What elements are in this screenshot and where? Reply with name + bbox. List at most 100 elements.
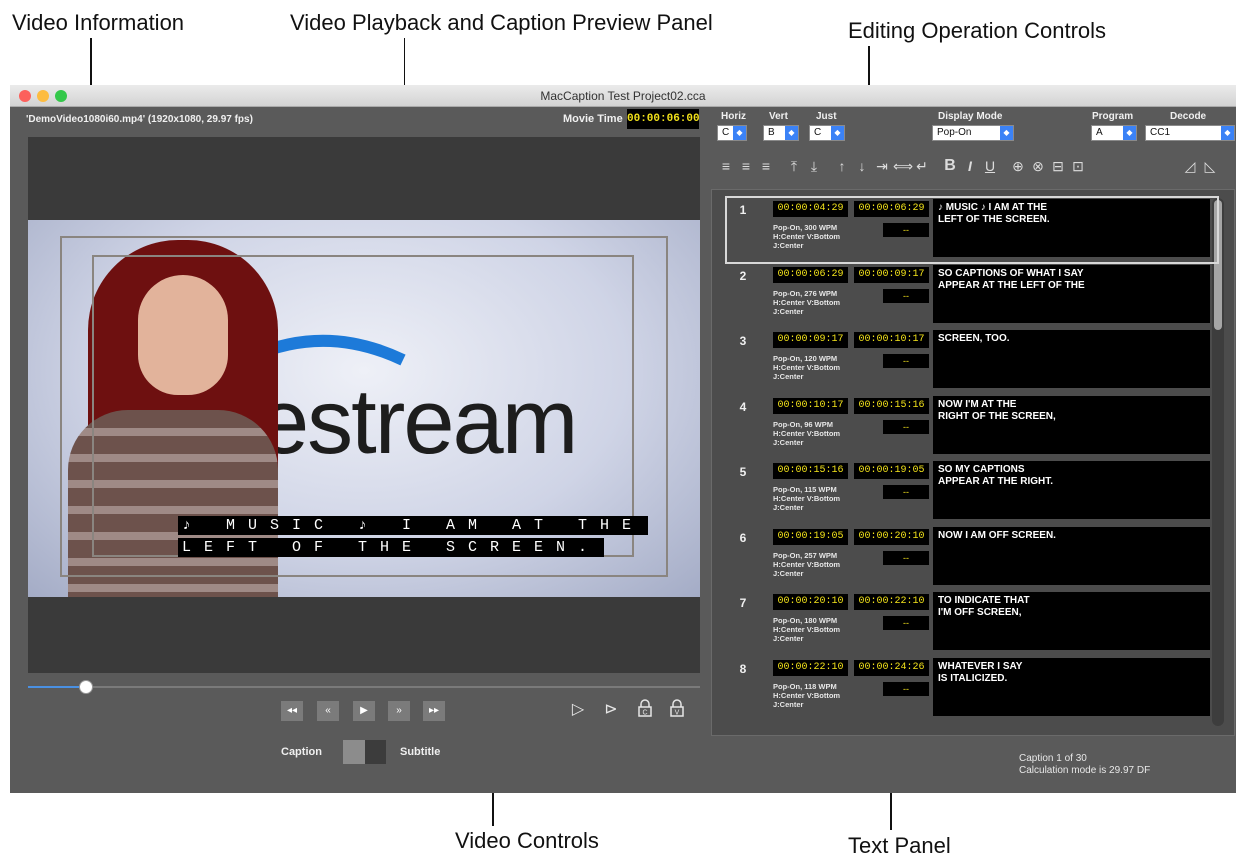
expand-icon[interactable]: ⟺: [893, 157, 913, 175]
caption-entry[interactable]: 5 00:00:15:16 00:00:19:05 -- SO MY CAPTIONS …: [728, 461, 1216, 523]
text-panel: 1 00:00:04:29 00:00:06:29 -- ♪ MUSIC ♪ I AM …: [711, 189, 1235, 736]
caption-entry[interactable]: 8 00:00:22:10 00:00:24:26 -- WHATEVER I SAY …: [728, 657, 1216, 720]
caption-entry[interactable]: 3 00:00:09:17 00:00:10:17 -- SCREEN, TOO. Pop…: [728, 330, 1216, 392]
just-value: C: [814, 127, 822, 138]
caption-out-time[interactable]: 00:00:15:16: [854, 397, 929, 414]
ramp-down-icon[interactable]: ◺: [1201, 157, 1219, 175]
program-select[interactable]: A ◆: [1091, 125, 1137, 141]
caption-meta-line: Pop-On, 300 WPM: [773, 223, 838, 232]
vert-select[interactable]: B ◆: [763, 125, 799, 141]
movie-time-display: 00:00:06:00: [627, 109, 700, 129]
caption-out-time[interactable]: 00:00:19:05: [854, 463, 929, 479]
program-value: A: [1096, 127, 1103, 138]
caption-meta-line: H:Center V:Bottom: [773, 494, 841, 503]
caption-duration-field[interactable]: --: [883, 616, 929, 630]
caption-in-time[interactable]: 00:00:09:17: [773, 332, 848, 348]
app-window: MacCaption Test Project02.cca 'DemoVideo…: [10, 85, 1236, 793]
caption-text-field[interactable]: SCREEN, TOO.: [933, 330, 1210, 388]
caption-meta-line: J:Center: [773, 372, 804, 381]
caption-text-field[interactable]: TO INDICATE THAT I'M OFF SCREEN,: [933, 592, 1210, 650]
caption-in-time[interactable]: 00:00:20:10: [773, 594, 848, 610]
caption-in-time[interactable]: 00:00:22:10: [773, 659, 848, 676]
svg-text:C: C: [642, 710, 647, 717]
horiz-label: Horiz: [721, 111, 746, 122]
caption-in-time[interactable]: 00:00:15:16: [773, 463, 848, 479]
skip-start-button[interactable]: ◂◂: [281, 701, 303, 721]
align-right-icon[interactable]: ≡: [757, 157, 775, 175]
display-mode-select[interactable]: Pop-On ◆: [932, 125, 1014, 141]
horiz-value: C: [722, 127, 730, 138]
delete-caption-icon[interactable]: ⊗: [1029, 157, 1047, 175]
timeline-scrubber[interactable]: [28, 686, 700, 688]
caption-text-field[interactable]: SO MY CAPTIONS APPEAR AT THE RIGHT.: [933, 461, 1210, 519]
caption-meta: Pop-On, 115 WPM H:Center V:Bottom J:Center: [773, 485, 883, 512]
caption-text-field[interactable]: NOW I AM OFF SCREEN.: [933, 526, 1210, 585]
timeline-scrubber-knob[interactable]: [78, 680, 93, 694]
caption-entry[interactable]: 7 00:00:20:10 00:00:22:10 -- TO INDICATE THA…: [728, 592, 1216, 654]
move-up-icon[interactable]: ↑: [833, 157, 851, 175]
caption-entry[interactable]: 6 00:00:19:05 00:00:20:10 -- NOW I AM OFF SC…: [728, 526, 1216, 589]
caption-duration-field[interactable]: --: [883, 223, 929, 237]
split-caption-icon[interactable]: ⊡: [1069, 157, 1087, 175]
callout-video-information: Video Information: [12, 10, 185, 35]
play-button[interactable]: ▶: [353, 701, 375, 721]
align-left-icon[interactable]: ≡: [717, 157, 735, 175]
caption-duration-field[interactable]: --: [883, 419, 929, 434]
caption-out-time[interactable]: 00:00:06:29: [854, 201, 929, 217]
caption-text-field[interactable]: WHATEVER I SAY IS ITALICIZED.: [933, 657, 1210, 716]
bold-icon[interactable]: B: [941, 157, 959, 175]
caption-meta: Pop-On, 180 WPM H:Center V:Bottom J:Center: [773, 616, 883, 643]
just-select[interactable]: C ◆: [809, 125, 845, 141]
caption-out-time[interactable]: 00:00:20:10: [854, 528, 929, 545]
decode-select[interactable]: CC1 ◆: [1145, 125, 1235, 141]
ramp-up-icon[interactable]: ◿: [1181, 157, 1199, 175]
play-caption-icon[interactable]: ▷: [567, 699, 589, 721]
lock-video-icon[interactable]: V: [666, 699, 688, 721]
caption-in-time[interactable]: 00:00:06:29: [773, 266, 848, 283]
caption-text-field[interactable]: NOW I'M AT THE RIGHT OF THE SCREEN,: [933, 395, 1210, 454]
caption-out-time[interactable]: 00:00:10:17: [854, 332, 929, 348]
caption-duration-field[interactable]: --: [883, 681, 929, 696]
caption-duration-field[interactable]: --: [883, 550, 929, 565]
caption-entry[interactable]: 4 00:00:10:17 00:00:15:16 -- NOW I'M AT THE …: [728, 395, 1216, 458]
caption-meta-line: J:Center: [773, 568, 804, 578]
vert-value: B: [768, 127, 775, 138]
merge-caption-icon[interactable]: ⊟: [1049, 157, 1067, 175]
align-top-icon[interactable]: ⤒: [785, 157, 803, 175]
italic-icon[interactable]: I: [961, 157, 979, 175]
caption-out-time[interactable]: 00:00:09:17: [854, 266, 929, 283]
caption-in-time[interactable]: 00:00:10:17: [773, 397, 848, 414]
caption-duration-field[interactable]: --: [883, 288, 929, 303]
lock-caption-icon[interactable]: C: [634, 699, 656, 721]
add-caption-icon[interactable]: ⊕: [1009, 157, 1027, 175]
caption-meta-line: H:Center V:Bottom: [773, 428, 841, 438]
indent-icon[interactable]: ⇥: [873, 157, 891, 175]
caption-text-field[interactable]: SO CAPTIONS OF WHAT I SAY APPEAR AT THE …: [933, 264, 1210, 323]
caption-in-time[interactable]: 00:00:04:29: [773, 201, 848, 217]
move-down-icon[interactable]: ↓: [853, 157, 871, 175]
align-bottom-icon[interactable]: ⤓: [805, 157, 823, 175]
play-selection-icon[interactable]: ⊳: [600, 699, 622, 721]
caption-duration-field[interactable]: --: [883, 485, 929, 499]
caption-out-time[interactable]: 00:00:24:26: [854, 659, 929, 676]
caption-entry[interactable]: 1 00:00:04:29 00:00:06:29 -- ♪ MUSIC ♪ I AM …: [725, 196, 1219, 264]
align-center-icon[interactable]: ≡: [737, 157, 755, 175]
caption-in-time[interactable]: 00:00:19:05: [773, 528, 848, 545]
line-break-icon[interactable]: ↵: [913, 157, 931, 175]
caption-text-field[interactable]: ♪ MUSIC ♪ I AM AT THE LEFT OF THE SCREEN…: [933, 199, 1210, 257]
video-info: 'DemoVideo1080i60.mp4' (1920x1080, 29.97…: [26, 114, 253, 125]
horiz-select[interactable]: C ◆: [717, 125, 747, 141]
subtitle-mode-label: Subtitle: [400, 746, 441, 758]
underline-icon[interactable]: U: [981, 157, 999, 175]
skip-end-button[interactable]: ▸▸: [423, 701, 445, 721]
caption-meta-line: H:Center V:Bottom: [773, 297, 841, 307]
caption-out-time[interactable]: 00:00:22:10: [854, 594, 929, 610]
fast-forward-button[interactable]: »: [388, 701, 410, 721]
rewind-button[interactable]: «: [317, 701, 339, 721]
caption-meta: Pop-On, 300 WPM H:Center V:Bottom J:Center: [773, 223, 883, 250]
caption-meta-line: J:Center: [773, 241, 804, 250]
toggle-knob[interactable]: [365, 740, 386, 764]
caption-duration-field[interactable]: --: [883, 354, 929, 368]
dropdown-arrow-icon: ◆: [1000, 126, 1013, 140]
caption-entry[interactable]: 2 00:00:06:29 00:00:09:17 -- SO CAPTIONS OF …: [728, 264, 1216, 327]
